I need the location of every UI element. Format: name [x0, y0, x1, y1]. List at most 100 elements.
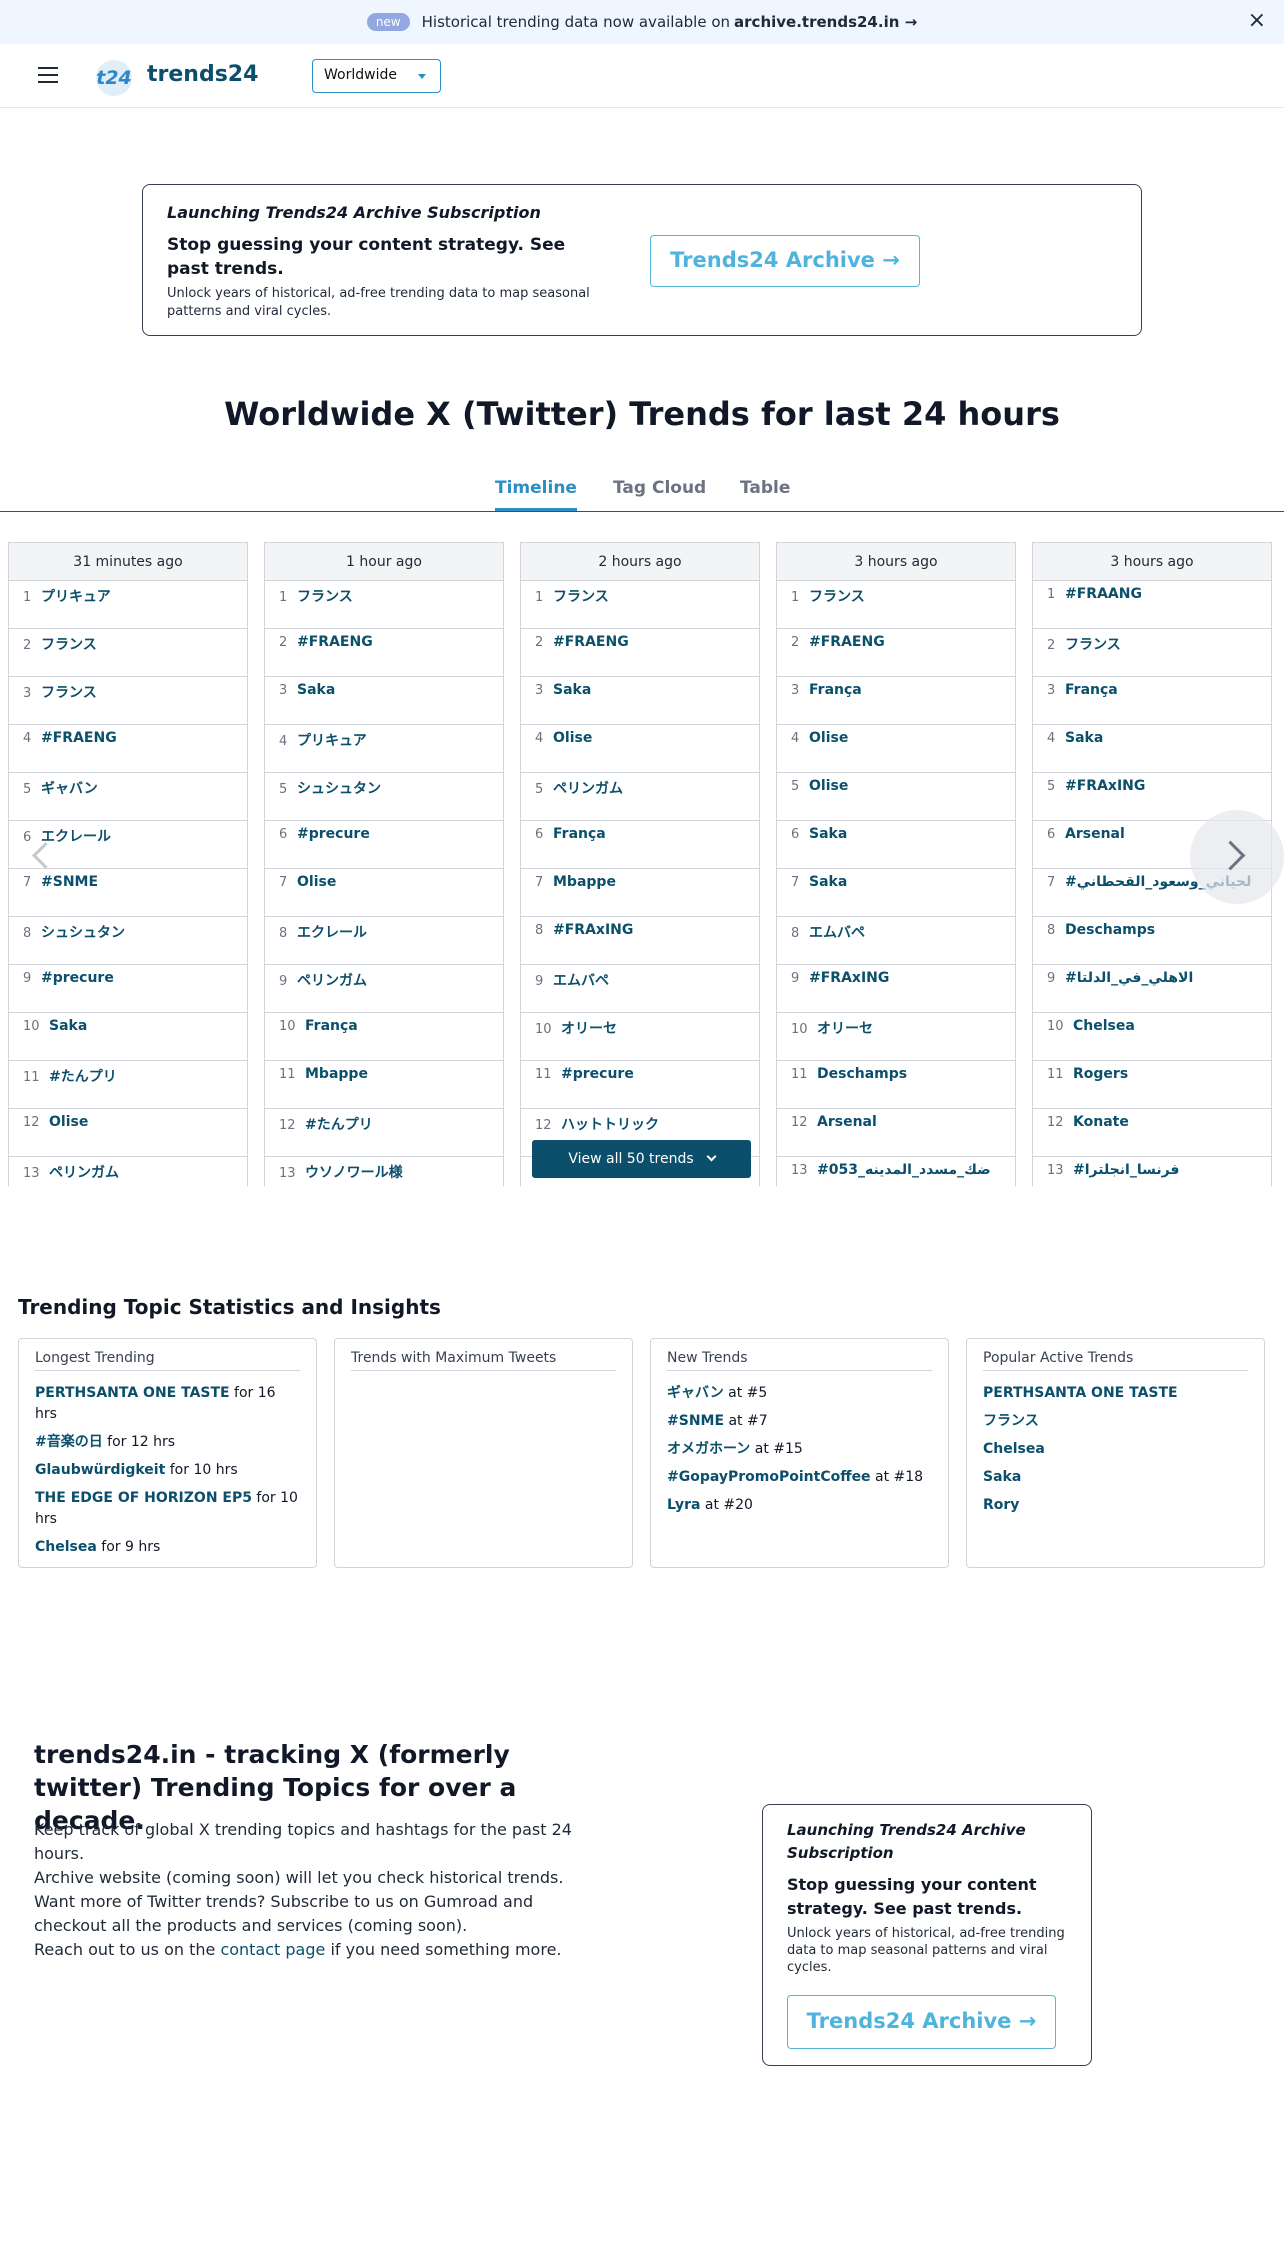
- trend-link[interactable]: #FRAxING: [809, 970, 889, 986]
- logo-icon[interactable]: t24: [96, 60, 132, 96]
- trend-link[interactable]: ペリンガム: [49, 1165, 119, 1181]
- trend-link[interactable]: #SNME: [667, 1413, 724, 1429]
- trend-link[interactable]: #FRAENG: [809, 634, 885, 650]
- trend-link[interactable]: THE EDGE OF HORIZON EP5: [35, 1490, 252, 1506]
- trend-link[interactable]: ハットトリック: [561, 1117, 659, 1133]
- trend-link[interactable]: ギャバン: [667, 1385, 724, 1401]
- trend-link[interactable]: エムバペ: [553, 973, 609, 989]
- trend-link[interactable]: オメガホーン: [667, 1441, 750, 1457]
- trend-link[interactable]: PERTHSANTA ONE TASTE: [983, 1385, 1178, 1401]
- trend-link[interactable]: Konate: [1073, 1114, 1129, 1130]
- trend-link[interactable]: フランス: [809, 589, 865, 605]
- trend-link[interactable]: #053_ضك_مسدد_المدينه: [817, 1162, 991, 1178]
- trend-link[interactable]: Saka: [983, 1469, 1021, 1485]
- trend-link[interactable]: Olise: [809, 730, 848, 746]
- trend-rank: 6: [1047, 827, 1056, 842]
- trend-link[interactable]: エクレール: [41, 829, 111, 845]
- trend-link[interactable]: #SNME: [41, 874, 98, 890]
- trend-link[interactable]: #FRAENG: [41, 730, 117, 746]
- trend-link[interactable]: #precure: [297, 826, 370, 842]
- trend-link[interactable]: Mbappe: [305, 1066, 368, 1082]
- trend-link[interactable]: #فرنسا_انجلترا: [1073, 1162, 1179, 1178]
- trend-link[interactable]: Saka: [553, 682, 591, 698]
- region-select[interactable]: Worldwide: [312, 59, 441, 93]
- about-p2: Archive website (coming soon) will let y…: [34, 1868, 564, 1887]
- trend-link[interactable]: フランス: [297, 589, 353, 605]
- trend-link[interactable]: プリキュア: [41, 589, 111, 605]
- trend-link[interactable]: França: [809, 682, 862, 698]
- trend-link[interactable]: #たんプリ: [49, 1069, 117, 1085]
- tab-tag-cloud[interactable]: Tag Cloud: [613, 478, 706, 498]
- trend-link[interactable]: Chelsea: [983, 1441, 1045, 1457]
- trend-link[interactable]: França: [553, 826, 606, 842]
- archive-button[interactable]: Trends24 Archive →: [787, 1995, 1056, 2049]
- trend-link[interactable]: Glaubwürdigkeit: [35, 1462, 165, 1478]
- trend-link[interactable]: #precure: [561, 1066, 634, 1082]
- trend-link[interactable]: エクレール: [297, 925, 367, 941]
- trend-link[interactable]: Lyra: [667, 1497, 700, 1513]
- trend-row: 8 エムバペ: [777, 917, 1015, 965]
- trend-link[interactable]: #たんプリ: [305, 1117, 373, 1133]
- archive-button[interactable]: Trends24 Archive →: [650, 235, 920, 287]
- trend-link[interactable]: Arsenal: [817, 1114, 877, 1130]
- trend-link[interactable]: プリキュア: [297, 733, 367, 749]
- tab-timeline[interactable]: Timeline: [495, 478, 577, 511]
- trend-link[interactable]: フランス: [41, 685, 97, 701]
- trend-link[interactable]: ウソノワール様: [305, 1165, 403, 1181]
- trend-link[interactable]: Olise: [553, 730, 592, 746]
- tab-table[interactable]: Table: [740, 478, 790, 498]
- trend-link[interactable]: Mbappe: [553, 874, 616, 890]
- trend-link[interactable]: #FRAxING: [1065, 778, 1145, 794]
- trend-link[interactable]: Chelsea: [35, 1539, 97, 1555]
- trend-link[interactable]: Saka: [809, 826, 847, 842]
- trend-link[interactable]: Arsenal: [1065, 826, 1125, 842]
- trend-link[interactable]: Deschamps: [1065, 922, 1155, 938]
- trend-link[interactable]: Saka: [297, 682, 335, 698]
- menu-icon[interactable]: [38, 67, 58, 83]
- logo-text[interactable]: trends24: [147, 62, 258, 87]
- trend-link[interactable]: #FRAENG: [553, 634, 629, 650]
- trend-link[interactable]: Olise: [809, 778, 848, 794]
- trend-link[interactable]: Olise: [49, 1114, 88, 1130]
- trend-link[interactable]: França: [1065, 682, 1118, 698]
- trend-link[interactable]: シュシュタン: [297, 781, 381, 797]
- trend-link[interactable]: França: [305, 1018, 358, 1034]
- trend-link[interactable]: Rory: [983, 1497, 1019, 1513]
- trend-link[interactable]: ギャバン: [41, 781, 98, 797]
- about-p1: Keep track of global X trending topics a…: [34, 1820, 572, 1863]
- trend-link[interactable]: #FRAENG: [297, 634, 373, 650]
- trend-link[interactable]: フランス: [1065, 637, 1121, 653]
- trend-link[interactable]: #音楽の日: [35, 1434, 103, 1450]
- trend-link[interactable]: フランス: [983, 1413, 1039, 1429]
- trend-link[interactable]: ペリンガム: [553, 781, 623, 797]
- trend-link[interactable]: Rogers: [1073, 1066, 1128, 1082]
- trend-link[interactable]: Saka: [1065, 730, 1103, 746]
- contact-link[interactable]: contact page: [220, 1940, 325, 1959]
- trend-link[interactable]: エムバペ: [809, 925, 865, 941]
- archive-link[interactable]: archive.trends24.in →: [734, 13, 917, 31]
- trend-link[interactable]: Olise: [297, 874, 336, 890]
- stats-card: Longest Trending PERTHSANTA ONE TASTE for…: [18, 1338, 317, 1568]
- trend-link[interactable]: オリーセ: [561, 1021, 617, 1037]
- trend-link[interactable]: Saka: [809, 874, 847, 890]
- trend-link[interactable]: Saka: [49, 1018, 87, 1034]
- trend-link[interactable]: Chelsea: [1073, 1018, 1135, 1034]
- trend-link[interactable]: Deschamps: [817, 1066, 907, 1082]
- trend-link[interactable]: #الاهلي_في_الدلتا: [1065, 970, 1193, 986]
- trend-link[interactable]: シュシュタン: [41, 925, 125, 941]
- chevron-right-icon[interactable]: [1190, 810, 1284, 904]
- chevron-left-icon[interactable]: [30, 840, 50, 870]
- trend-link[interactable]: #FRAxING: [553, 922, 633, 938]
- trend-link[interactable]: フランス: [41, 637, 97, 653]
- trend-link[interactable]: #GopayPromoPointCoffee: [667, 1469, 871, 1485]
- trend-link[interactable]: #precure: [41, 970, 114, 986]
- trend-link[interactable]: オリーセ: [817, 1021, 873, 1037]
- trend-link[interactable]: フランス: [553, 589, 609, 605]
- close-icon[interactable]: ×: [1248, 10, 1266, 32]
- stats-detail: at #5: [723, 1385, 768, 1401]
- trend-link[interactable]: ペリンガム: [297, 973, 367, 989]
- view-all-button[interactable]: View all 50 trends: [532, 1140, 751, 1178]
- promo-description: Unlock years of historical, ad-free tren…: [167, 286, 590, 319]
- trend-link[interactable]: #FRAANG: [1065, 586, 1142, 602]
- trend-link[interactable]: PERTHSANTA ONE TASTE: [35, 1385, 230, 1401]
